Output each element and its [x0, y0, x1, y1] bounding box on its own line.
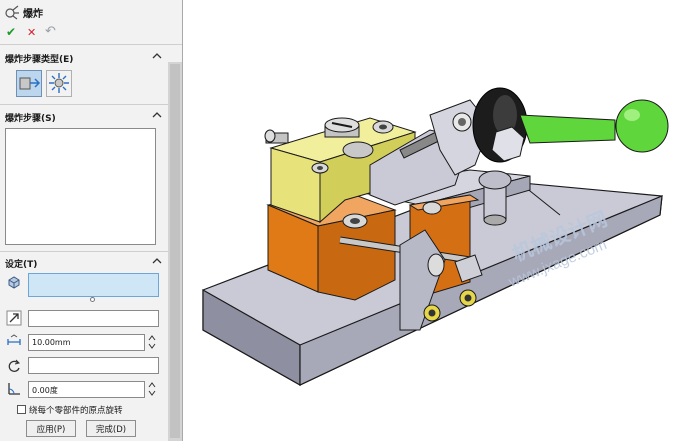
regular-step-button[interactable] — [16, 70, 42, 97]
direction-arrow-icon — [6, 310, 22, 326]
section-settings-label: 设定(T) — [5, 260, 38, 270]
property-manager-panel: 爆炸 ✔ ✕ ↶ 爆炸步骤类型(E) 爆炸步骤(S) 设定(T) 10.00mm… — [0, 0, 183, 441]
explode-icon — [4, 4, 20, 20]
rotate-about-origin-label: 绕每个零部件的原点旋转 — [29, 406, 123, 416]
cancel-button[interactable]: ✕ — [27, 26, 36, 39]
radial-step-icon — [49, 73, 69, 93]
explode-steps-list[interactable] — [5, 128, 156, 245]
distance-icon — [6, 334, 22, 350]
undo-button[interactable]: ↶ — [45, 24, 56, 39]
radial-step-button[interactable] — [46, 70, 72, 97]
section-explode-steps[interactable]: 爆炸步骤(S) — [0, 110, 168, 124]
angle-spinner[interactable] — [148, 380, 156, 398]
distance-spinner[interactable] — [148, 333, 156, 351]
angle-icon — [6, 381, 22, 397]
drag-handle-dot[interactable] — [90, 297, 95, 302]
distance-field[interactable]: 10.00mm — [28, 334, 145, 351]
chevron-up-icon[interactable] — [152, 110, 162, 120]
regular-step-icon — [19, 77, 41, 90]
panel-scrollbar[interactable] — [168, 62, 182, 441]
graphics-viewport[interactable]: 机械设计网 www.jxage.com — [184, 0, 700, 441]
section-settings[interactable]: 设定(T) — [0, 256, 168, 270]
scrollbar-thumb[interactable] — [170, 64, 180, 438]
components-field[interactable] — [28, 273, 159, 297]
chevron-up-icon[interactable] — [152, 51, 162, 61]
section-explode-steps-label: 爆炸步骤(S) — [5, 114, 56, 124]
rotate-axis-icon — [6, 358, 22, 374]
ok-button[interactable]: ✔ — [6, 25, 16, 39]
angle-field[interactable]: 0.00度 — [28, 381, 145, 398]
section-explode-step-type-label: 爆炸步骤类型(E) — [5, 55, 74, 65]
panel-title: 爆炸 — [23, 9, 43, 20]
clamp-handle[interactable] — [519, 99, 669, 153]
section-explode-step-type[interactable]: 爆炸步骤类型(E) — [0, 51, 168, 65]
direction-field[interactable] — [28, 310, 159, 327]
rotation-axis-field[interactable] — [28, 357, 159, 374]
rotate-about-origin-checkbox[interactable] — [17, 405, 26, 414]
component-icon — [6, 274, 22, 290]
apply-button[interactable]: 应用(P) — [26, 420, 76, 437]
chevron-up-icon[interactable] — [152, 256, 162, 266]
done-button[interactable]: 完成(D) — [86, 420, 136, 437]
